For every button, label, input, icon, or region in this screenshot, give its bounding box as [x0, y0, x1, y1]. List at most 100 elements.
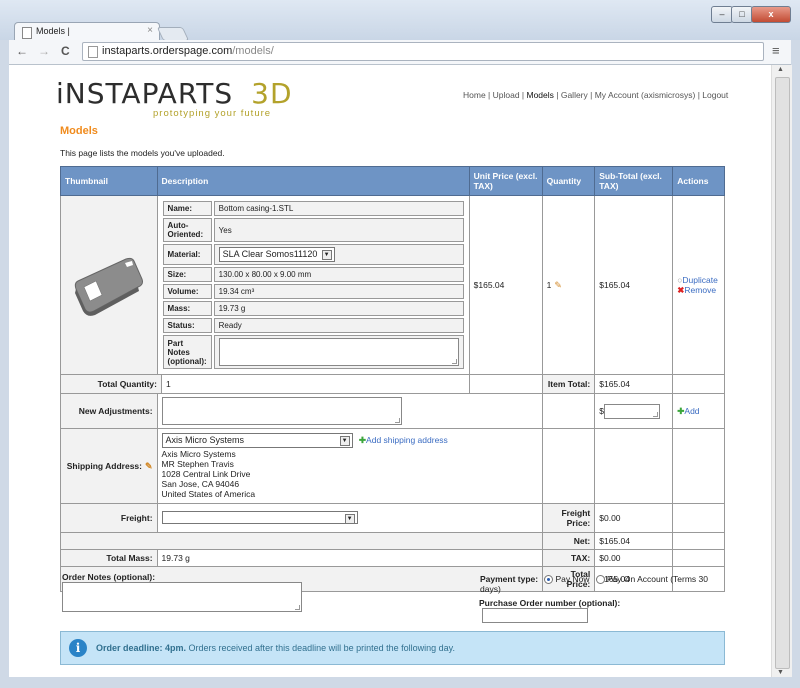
- total-quantity-label: Total Quantity:: [61, 375, 162, 393]
- payment-type-label: Payment type:: [480, 574, 539, 584]
- order-notes-label: Order Notes (optional):: [62, 572, 156, 582]
- total-mass-label: Total Mass:: [60, 549, 158, 567]
- purchase-order: Purchase Order number (optional):: [479, 598, 725, 623]
- nav-logout-link[interactable]: Logout: [702, 90, 728, 100]
- nav-models-link[interactable]: Models: [527, 90, 554, 100]
- total-quantity-value: 1: [161, 375, 469, 393]
- close-tab-icon[interactable]: ×: [147, 25, 153, 36]
- address-bar[interactable]: instaparts.orderspage.com/models/: [82, 42, 764, 61]
- col-subtotal: Sub-Total (excl. TAX): [594, 166, 674, 196]
- model-row: Name: Bottom casing-1.STL Auto-Oriented: Y…: [60, 195, 725, 375]
- total-mass-value: 19.73 g: [156, 549, 543, 567]
- close-window-button[interactable]: x: [751, 6, 791, 23]
- item-total-label: Item Total:: [541, 374, 596, 394]
- quantity-cell: 1 ✎: [541, 195, 596, 375]
- maximize-button[interactable]: □: [731, 6, 753, 23]
- payment-type: Payment type: Pay Now Pay On Account (Te…: [480, 574, 725, 594]
- address-line: San Jose, CA 94046: [161, 479, 240, 489]
- site-tagline: prototyping your future: [153, 108, 272, 119]
- order-notes-input[interactable]: [62, 582, 302, 612]
- vertical-scrollbar[interactable]: ▲ ▼: [771, 65, 792, 677]
- chevron-down-icon: ▼: [344, 513, 355, 524]
- net-label: Net:: [541, 532, 596, 550]
- nav-account-link[interactable]: My Account (axismicrosys): [595, 90, 696, 100]
- name-label: Name:: [162, 201, 212, 216]
- plus-icon: ✚: [358, 435, 367, 445]
- total-quantity-row: Total Quantity: 1 Item Total: $165.04: [60, 374, 725, 394]
- order-options: Order Notes (optional): Payment type: Pa…: [60, 570, 725, 630]
- col-quantity: Quantity: [541, 166, 596, 196]
- page-title: Models: [60, 125, 98, 137]
- auto-oriented-label: Auto-Oriented:: [162, 218, 212, 242]
- size-label: Size:: [162, 267, 212, 282]
- actions-cell: ○Duplicate ✖Remove: [672, 195, 725, 375]
- deadline-message: Order deadline: 4pm. Orders received aft…: [96, 643, 456, 653]
- scroll-thumb[interactable]: [775, 77, 790, 669]
- part-notes-input[interactable]: [218, 338, 459, 366]
- address-line: United States of America: [161, 489, 256, 499]
- shipping-row: Shipping Address: ✎ Axis Micro Systems ▼ ✚…: [60, 428, 725, 504]
- address-line: MR Stephen Travis: [161, 459, 234, 469]
- browser-window: Models | × – □ x ← → C instaparts.orders…: [0, 0, 800, 688]
- site-logo[interactable]: iNSTAPARTS 3D: [56, 77, 293, 110]
- nav-gallery-link[interactable]: Gallery: [561, 90, 588, 100]
- status-label: Status:: [162, 318, 212, 333]
- url-text: instaparts.orderspage.com/models/: [102, 45, 274, 57]
- tax-label: TAX:: [541, 549, 596, 567]
- status-value: Ready: [213, 318, 464, 333]
- shipping-address-label: Shipping Address:: [66, 460, 142, 471]
- scroll-down-icon[interactable]: ▼: [777, 669, 784, 676]
- pay-now-radio[interactable]: [544, 575, 554, 585]
- volume-label: Volume:: [162, 284, 212, 299]
- new-tab-button[interactable]: [156, 27, 190, 41]
- freight-select[interactable]: ▼: [161, 510, 358, 524]
- net-value: $165.04: [594, 532, 674, 550]
- total-mass-row: Total Mass: 19.73 g TAX: $0.00: [60, 549, 725, 567]
- browser-toolbar: ← → C instaparts.orderspage.com/models/ …: [9, 40, 791, 65]
- remove-button[interactable]: ✖Remove: [677, 285, 720, 296]
- forward-button[interactable]: →: [38, 44, 50, 58]
- description-cell: Name: Bottom casing-1.STL Auto-Oriented: Y…: [156, 195, 470, 375]
- adjustments-input[interactable]: [161, 397, 402, 425]
- pencil-icon[interactable]: ✎: [145, 461, 153, 471]
- pay-now-label: Pay Now: [555, 574, 590, 584]
- reload-button[interactable]: C: [61, 44, 70, 58]
- nav-home-link[interactable]: Home: [463, 90, 486, 100]
- duplicate-button[interactable]: ○Duplicate: [677, 275, 720, 285]
- chevron-down-icon: ▼: [339, 436, 350, 446]
- pay-on-account-radio[interactable]: [595, 575, 605, 585]
- model-thumbnail[interactable]: [70, 249, 148, 319]
- thumbnail-cell: [60, 195, 158, 375]
- nav-upload-link[interactable]: Upload: [493, 90, 520, 100]
- address-line: 1028 Central Link Drive: [161, 469, 251, 479]
- models-table: Thumbnail Description Unit Price (excl. …: [60, 166, 725, 592]
- info-icon: i: [69, 639, 87, 657]
- col-unit-price: Unit Price (excl. TAX): [468, 166, 543, 196]
- pencil-icon[interactable]: ✎: [554, 280, 562, 290]
- material-select[interactable]: SLA Clear Somos11120 ▼: [218, 247, 335, 262]
- po-label: Purchase Order number (optional):: [479, 598, 621, 608]
- item-total-value: $165.04: [594, 374, 674, 394]
- freight-price-value: $0.00: [594, 503, 674, 533]
- col-actions: Actions: [672, 166, 725, 196]
- mass-label: Mass:: [162, 301, 212, 316]
- col-description: Description: [156, 166, 470, 196]
- minimize-button[interactable]: –: [711, 6, 733, 23]
- page-icon: [88, 46, 98, 58]
- shipping-address-label-cell: Shipping Address: ✎: [60, 428, 158, 504]
- part-notes-label: Part Notes (optional):: [162, 335, 212, 369]
- browser-tab[interactable]: Models | ×: [14, 22, 160, 41]
- shipping-address-select[interactable]: Axis Micro Systems ▼: [161, 433, 353, 448]
- model-details: Name: Bottom casing-1.STL Auto-Oriented: Y…: [161, 199, 466, 371]
- menu-icon[interactable]: ≡: [772, 43, 780, 58]
- volume-value: 19.34 cm³: [213, 284, 464, 299]
- scroll-up-icon[interactable]: ▲: [777, 66, 784, 73]
- back-button[interactable]: ←: [16, 44, 28, 58]
- net-row: Net: $165.04: [60, 532, 725, 550]
- add-shipping-address-link[interactable]: ✚Add shipping address: [359, 435, 448, 445]
- tax-value: $0.00: [594, 549, 674, 567]
- po-number-input[interactable]: [482, 608, 588, 623]
- adjustment-amount-input[interactable]: [603, 403, 660, 419]
- freight-label: Freight:: [60, 503, 158, 533]
- add-adjustment-button[interactable]: ✚Add: [672, 393, 725, 429]
